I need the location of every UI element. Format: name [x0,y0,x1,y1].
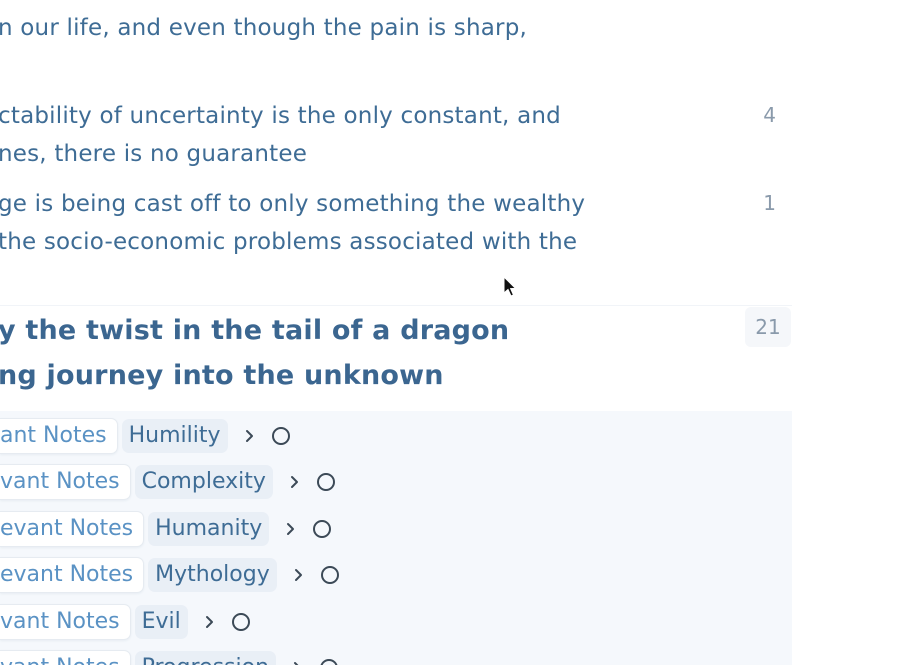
tag-chip[interactable]: Mythology [148,558,277,592]
note-text-line: nes, there is no guarantee [0,141,308,167]
chevron-right-icon[interactable] [202,611,218,633]
note-text-line: the socio-economic problems associated w… [0,229,578,255]
list-item[interactable]: vant Notes Progression [0,649,339,665]
notes-view: n our life, and even though the pain is … [0,0,922,665]
topic-count-badge: 21 [745,307,791,347]
tag-chip[interactable]: Humility [121,419,228,453]
chevron-right-icon[interactable] [242,425,258,447]
note-text-line: ctability of uncertainty is the only con… [0,103,561,129]
relevant-notes-chip[interactable]: evant Notes [0,557,145,593]
chevron-right-icon[interactable] [291,564,307,586]
list-item[interactable]: vant Notes Complexity [0,463,335,501]
circle-status-icon[interactable] [231,613,250,631]
note-text-line: n our life, and even though the pain is … [0,15,528,41]
list-item[interactable]: ant Notes Humility [0,417,290,455]
relevant-notes-chip[interactable]: ant Notes [0,418,118,454]
relevant-notes-chip[interactable]: vant Notes [0,604,131,640]
relevant-notes-chip[interactable]: vant Notes [0,650,131,665]
chevron-right-icon[interactable] [287,471,303,493]
note-count: 1 [763,191,776,215]
circle-status-icon[interactable] [320,659,339,665]
topic-heading[interactable]: ng journey into the unknown [0,360,444,391]
relevant-notes-chip[interactable]: evant Notes [0,511,145,547]
circle-status-icon[interactable] [316,473,335,491]
tag-chip[interactable]: Humanity [148,512,270,546]
circle-status-icon[interactable] [271,427,290,445]
circle-status-icon[interactable] [313,520,332,538]
mouse-pointer-icon [503,276,517,297]
tag-chip[interactable]: Complexity [134,465,273,499]
topic-heading[interactable]: y the twist in the tail of a dragon [0,315,509,346]
chevron-right-icon[interactable] [283,518,299,540]
list-item[interactable]: vant Notes Evil [0,603,250,641]
list-item[interactable]: evant Notes Mythology [0,556,339,594]
note-text-line: ge is being cast off to only something t… [0,191,586,217]
note-count: 4 [763,103,776,127]
chevron-right-icon[interactable] [290,657,306,665]
relevant-notes-chip[interactable]: vant Notes [0,464,131,500]
circle-status-icon[interactable] [320,566,339,584]
tag-chip[interactable]: Progression [134,651,277,665]
list-item[interactable]: evant Notes Humanity [0,510,332,548]
tag-chip[interactable]: Evil [134,605,188,639]
